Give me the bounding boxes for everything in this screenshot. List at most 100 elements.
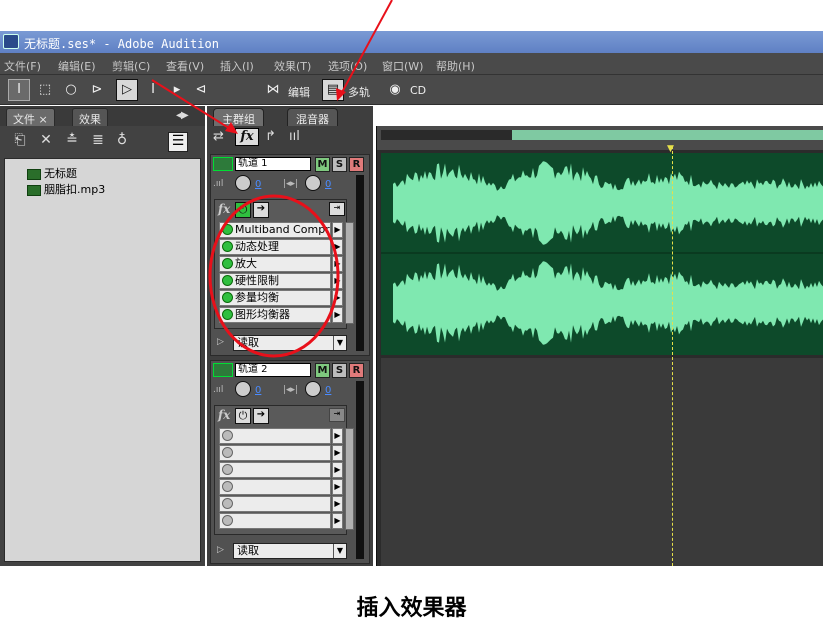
pan-value[interactable]: 0 [325,385,331,396]
volume-knob[interactable] [235,175,251,191]
menu-view[interactable]: 查看(V) [166,58,204,74]
menu-effects[interactable]: 效果(T) [274,58,311,74]
effect-slot[interactable]: 图形均衡器 [219,307,331,323]
effect-slot[interactable] [219,445,331,461]
effect-power-icon[interactable] [222,258,233,269]
multitrack-view-label[interactable]: 多轨 [348,84,370,100]
effect-slot[interactable] [219,496,331,512]
effect-menu-arrow-icon[interactable]: ▶ [332,290,343,306]
move-copy-tool-icon[interactable]: ▷ [116,79,138,101]
effect-slot[interactable]: Multiband Compr [219,222,331,238]
edit-view-icon[interactable]: ⋈ [262,79,284,101]
effect-power-icon[interactable] [222,498,233,509]
mute-button[interactable]: M [315,157,330,172]
effect-slot[interactable]: 硬性限制 [219,273,331,289]
menu-clip[interactable]: 剪辑(C) [112,58,150,74]
zoom-overview-visible-range[interactable] [512,130,823,140]
effect-slot[interactable]: 参量均衡 [219,290,331,306]
insert-cd-icon[interactable]: ≣ [88,132,108,152]
rack-power-icon[interactable]: ⏻ [235,202,251,218]
effect-menu-arrow-icon[interactable]: ▶ [332,445,343,461]
effect-slot[interactable]: 放大 [219,256,331,272]
effects-scrollbar[interactable] [345,222,354,324]
effect-power-icon[interactable] [222,224,233,235]
record-arm-button[interactable]: R [349,157,364,172]
tab-files[interactable]: 文件 × [6,108,55,126]
scrub-tool-icon[interactable]: ⊲ [190,79,212,101]
playhead-marker-icon[interactable]: ▼ [667,144,674,154]
hybrid-move-tool-icon[interactable]: ▸ [166,79,188,101]
eq-view-icon[interactable]: ııl [289,129,305,147]
effect-slot[interactable] [219,479,331,495]
menu-options[interactable]: 选项(O) [328,58,367,74]
effect-slot[interactable] [219,428,331,444]
effects-scrollbar[interactable] [345,428,354,530]
effect-menu-arrow-icon[interactable]: ▶ [332,513,343,529]
expand-triangle-icon[interactable]: ▷ [217,545,224,555]
tab-effects[interactable]: 效果 [72,108,108,126]
volume-value[interactable]: 0 [255,385,261,396]
effect-menu-arrow-icon[interactable]: ▶ [332,462,343,478]
zoom-overview-bar[interactable] [381,130,823,140]
lasso-tool-icon[interactable]: ○ [60,79,82,101]
solo-button[interactable]: S [332,157,347,172]
menu-window[interactable]: 窗口(W) [382,58,423,74]
pan-value[interactable]: 0 [325,179,331,190]
track-2-lane[interactable] [381,358,823,566]
effect-power-icon[interactable] [222,447,233,458]
insert-multitrack-icon[interactable]: ≛ [62,132,82,152]
effect-power-icon[interactable] [222,430,233,441]
effect-power-icon[interactable] [222,292,233,303]
effect-power-icon[interactable] [222,309,233,320]
effect-menu-arrow-icon[interactable]: ▶ [332,479,343,495]
rack-expand-icon[interactable]: ⇥ [329,202,345,216]
menu-insert[interactable]: 插入(I) [220,58,254,74]
tab-main-group[interactable]: 主群组 [213,108,264,126]
pre-post-fader-icon[interactable]: ➔ [253,202,269,218]
edit-view-label[interactable]: 编辑 [288,84,310,100]
rack-expand-icon[interactable]: ⇥ [329,408,345,422]
cd-view-label[interactable]: CD [410,84,426,97]
effect-menu-arrow-icon[interactable]: ▶ [332,273,343,289]
mute-button[interactable]: M [315,363,330,378]
view-options-icon[interactable]: ☰ [168,132,188,152]
marquee-tool-icon[interactable]: ⬚ [34,79,56,101]
automation-mode-select[interactable]: 读取 ▼ [233,335,347,351]
time-selection-tool-icon[interactable]: I [8,79,30,101]
volume-value[interactable]: 0 [255,179,261,190]
effect-menu-arrow-icon[interactable]: ▶ [332,239,343,255]
effect-menu-arrow-icon[interactable]: ▶ [332,307,343,323]
close-file-icon[interactable]: ✕ [36,132,56,152]
pre-post-fader-icon[interactable]: ➔ [253,408,269,424]
file-item[interactable]: 无标题 [27,165,77,181]
rack-power-icon[interactable]: ⏻ [235,408,251,424]
close-icon[interactable]: × [39,113,48,126]
menu-help[interactable]: 帮助(H) [436,58,475,74]
effect-menu-arrow-icon[interactable]: ▶ [332,428,343,444]
playhead-line[interactable] [672,146,673,566]
track-1-lane[interactable] [381,153,823,355]
track-name-field[interactable]: 轨道 2 [235,363,311,377]
file-item[interactable]: 胭脂扣.mp3 [27,181,105,197]
effect-menu-arrow-icon[interactable]: ▶ [332,222,343,238]
effect-power-icon[interactable] [222,464,233,475]
effect-slot[interactable] [219,513,331,529]
multitrack-view-icon[interactable]: ▤ [322,79,344,101]
expand-triangle-icon[interactable]: ▷ [217,337,224,347]
effect-slot[interactable]: 动态处理 [219,239,331,255]
menu-edit[interactable]: 编辑(E) [58,58,96,74]
cd-view-icon[interactable]: ◉ [384,79,406,101]
play-file-icon[interactable]: ♁ [112,132,132,152]
import-file-icon[interactable]: ⎗ [10,132,30,152]
hybrid-tool-icon[interactable]: ⊳ [86,79,108,101]
effect-menu-arrow-icon[interactable]: ▶ [332,496,343,512]
time-select-tool-icon[interactable]: I [142,79,164,101]
effect-power-icon[interactable] [222,481,233,492]
effect-power-icon[interactable] [222,275,233,286]
effect-menu-arrow-icon[interactable]: ▶ [332,256,343,272]
effect-slot[interactable] [219,462,331,478]
automation-mode-select[interactable]: 读取 ▼ [233,543,347,559]
pan-knob[interactable] [305,381,321,397]
tab-mixer[interactable]: 混音器 [287,108,338,126]
effect-power-icon[interactable] [222,241,233,252]
